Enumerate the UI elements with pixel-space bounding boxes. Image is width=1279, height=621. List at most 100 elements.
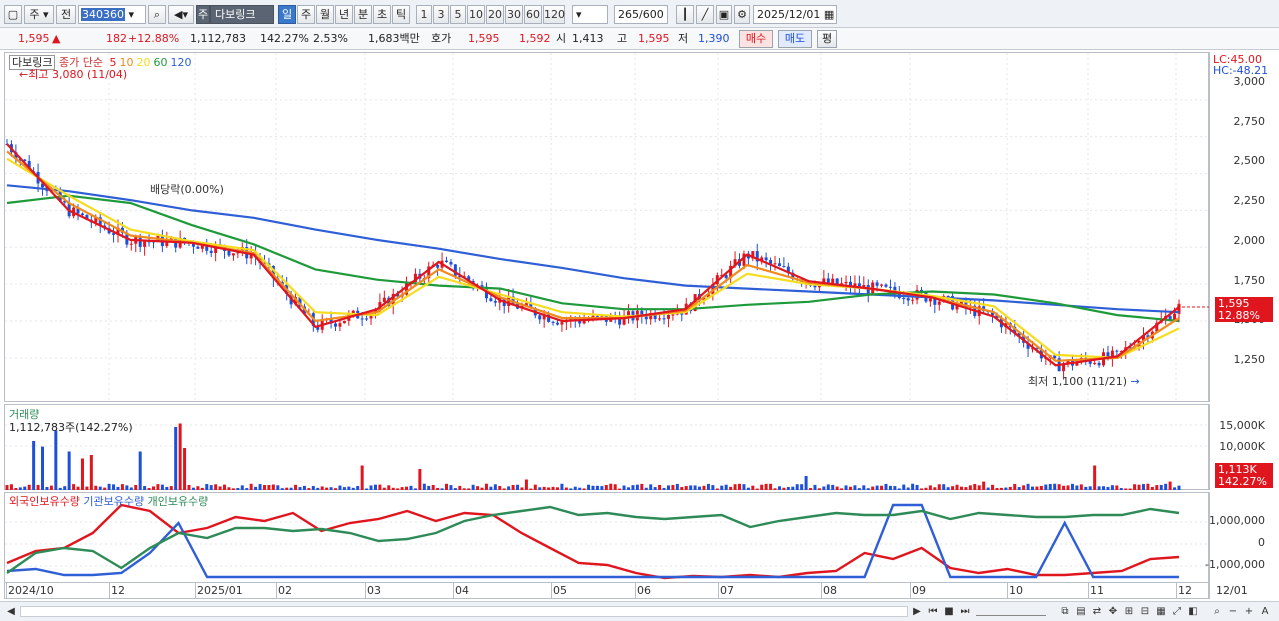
timeframe-button[interactable]: 분 bbox=[354, 5, 372, 24]
chart-settings-icon[interactable]: ▢ bbox=[4, 5, 22, 24]
timeframe-button[interactable]: 월 bbox=[316, 5, 334, 24]
ma-line-120 bbox=[6, 184, 1180, 314]
draw-tool-icon[interactable]: ╱ bbox=[696, 5, 714, 24]
zoom-out-icon[interactable]: − bbox=[1226, 604, 1240, 619]
stock-name[interactable]: 다보링크 bbox=[210, 5, 274, 24]
split-icon[interactable]: ⊟ bbox=[1138, 604, 1152, 619]
interval-button[interactable]: 120 bbox=[543, 5, 565, 24]
timeframe-button[interactable]: 년 bbox=[335, 5, 353, 24]
interval-button[interactable]: 3 bbox=[433, 5, 449, 24]
volume-bar bbox=[888, 485, 892, 490]
holding-tick: 1,000,000 bbox=[1209, 514, 1265, 527]
scroll-left-icon[interactable]: ◀ bbox=[4, 604, 18, 619]
layout-icon[interactable]: ▤ bbox=[1074, 604, 1088, 619]
interval-button[interactable]: 1 bbox=[416, 5, 432, 24]
volume-chart-panel[interactable]: 거래량 1,112,783주(142.27%) bbox=[4, 404, 1210, 490]
x-axis-label: 12 bbox=[111, 584, 125, 597]
holding-line-foreign bbox=[6, 503, 1180, 580]
volume-bar bbox=[569, 488, 573, 490]
eval-button[interactable]: 평 bbox=[817, 30, 837, 48]
measure-icon[interactable]: ⊞ bbox=[1122, 604, 1136, 619]
interval-button[interactable]: 10 bbox=[467, 5, 485, 24]
volume-bar bbox=[489, 486, 493, 490]
candle-body bbox=[644, 316, 648, 320]
buy-button[interactable]: 매수 bbox=[739, 30, 773, 48]
volume-bar bbox=[1053, 483, 1057, 490]
compare-icon[interactable]: ⇄ bbox=[1090, 604, 1104, 619]
custom-interval-input[interactable]: ▾ bbox=[572, 5, 608, 24]
interval-button[interactable]: 30 bbox=[505, 5, 523, 24]
zoom-fit-icon[interactable]: ⧉ bbox=[1058, 604, 1072, 619]
volume-bar bbox=[995, 487, 999, 490]
timeframe-button[interactable]: 초 bbox=[373, 5, 391, 24]
save-icon[interactable]: ▣ bbox=[716, 5, 732, 24]
volume-bar bbox=[680, 487, 684, 490]
timeframe-button[interactable]: 틱 bbox=[392, 5, 410, 24]
volume-bar bbox=[587, 484, 591, 490]
chart-scrollbar[interactable]: ◀ ▶ ⏮ ■ ⏭ ⧉ ▤ ⇄ ✥ ⊞ ⊟ ▦ ⤢ ◧ ⌕ − + A bbox=[0, 601, 1279, 621]
volume-y-axis: 15,000K 10,000K 1,113K 142.27% bbox=[1209, 404, 1279, 490]
interval-button[interactable]: 60 bbox=[524, 5, 542, 24]
search-icon[interactable]: ⌕ bbox=[148, 5, 166, 24]
first-page-icon[interactable]: ⏮ bbox=[926, 604, 940, 619]
crosshair-icon[interactable]: ✥ bbox=[1106, 604, 1120, 619]
candle-body bbox=[338, 323, 342, 327]
interval-button[interactable]: 5 bbox=[450, 5, 466, 24]
volume-bar bbox=[325, 487, 329, 490]
date-input[interactable]: 2025/12/01 ▦ bbox=[753, 5, 837, 24]
x-axis-tick-mark bbox=[195, 583, 196, 599]
volume-bar bbox=[258, 484, 262, 490]
price-tick: 2,750 bbox=[1233, 114, 1266, 128]
institution-legend: 기관보유수량 bbox=[83, 495, 145, 508]
volume-bar bbox=[1079, 484, 1083, 490]
scroll-track[interactable] bbox=[20, 606, 908, 617]
table-icon[interactable]: ▦ bbox=[1154, 604, 1168, 619]
timeframe-button[interactable]: 일 bbox=[278, 5, 296, 24]
price-chart-panel[interactable]: 다보링크 종가 단순 5 10 20 60 120 ←최고 3,080 (11/04) … bbox=[4, 52, 1210, 403]
low-arrow-icon: → bbox=[1130, 375, 1140, 388]
price-pct-tag: 12.88% bbox=[1215, 309, 1273, 322]
price-change: 182 bbox=[106, 32, 127, 45]
volume-bar bbox=[63, 486, 67, 490]
chart-type-icon[interactable]: ◧ bbox=[1186, 604, 1200, 619]
volume-bar bbox=[609, 483, 613, 490]
stock-code-input[interactable]: 340360 ▾ bbox=[78, 5, 146, 24]
candle-body bbox=[1062, 364, 1066, 372]
volume-bar bbox=[755, 488, 759, 490]
volume-bar bbox=[329, 487, 333, 490]
volume-bar bbox=[409, 485, 413, 490]
timeframe-button[interactable]: 주 bbox=[297, 5, 315, 24]
stop-icon[interactable]: ■ bbox=[942, 604, 956, 619]
zoom-in-icon[interactable]: + bbox=[1242, 604, 1256, 619]
volume-bar bbox=[1039, 485, 1043, 490]
volume-bar bbox=[924, 487, 928, 490]
zoom-slider[interactable] bbox=[976, 607, 1046, 616]
holding-chart-panel[interactable]: 외국인보유수량 기관보유수량 개인보유수량 bbox=[4, 492, 1210, 583]
period-select[interactable]: 주 ▾ bbox=[24, 5, 54, 24]
volume-bar bbox=[116, 486, 120, 490]
volume-bar bbox=[453, 488, 457, 490]
bar-count-input[interactable]: 265/600 bbox=[614, 5, 668, 24]
scroll-right-icon[interactable]: ▶ bbox=[910, 604, 924, 619]
sell-button[interactable]: 매도 bbox=[778, 30, 812, 48]
low-label: 저 bbox=[678, 32, 689, 45]
font-size-icon[interactable]: A bbox=[1258, 604, 1272, 619]
volume-bar bbox=[342, 487, 346, 490]
gear-icon[interactable]: ⚙ bbox=[734, 5, 750, 24]
volume-bar bbox=[112, 484, 116, 490]
expand-icon[interactable]: ⤢ bbox=[1170, 604, 1184, 619]
volume-bar bbox=[373, 484, 377, 490]
candle-icon[interactable]: ┃ bbox=[676, 5, 694, 24]
volume-bar bbox=[54, 430, 58, 490]
volume-bar bbox=[1141, 484, 1145, 490]
interval-button[interactable]: 20 bbox=[486, 5, 504, 24]
volume-bar bbox=[693, 485, 697, 490]
volume-bar bbox=[1128, 488, 1132, 490]
last-page-icon[interactable]: ⏭ bbox=[958, 604, 972, 619]
volume-bar bbox=[893, 486, 897, 490]
volume-bar bbox=[1062, 485, 1066, 490]
speaker-icon[interactable]: ◀▾ bbox=[168, 5, 194, 24]
zoom-search-icon[interactable]: ⌕ bbox=[1210, 604, 1224, 619]
prev-button[interactable]: 전 bbox=[56, 5, 76, 24]
x-axis-label: 09 bbox=[912, 584, 926, 597]
